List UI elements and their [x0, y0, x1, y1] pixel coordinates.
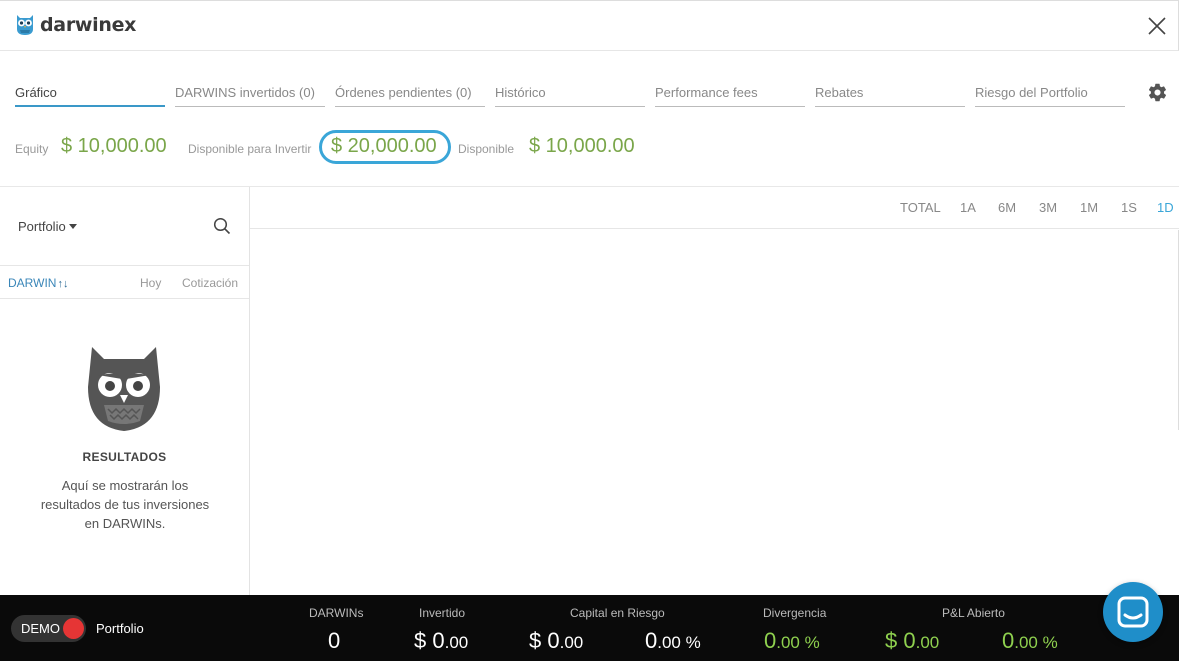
- invertido-decimals: .00: [444, 633, 469, 652]
- capital-riesgo-label: Capital en Riesgo: [570, 606, 665, 620]
- tab-rebates[interactable]: Rebates: [815, 82, 965, 107]
- pl-main: $ 0: [885, 628, 916, 653]
- divergencia-main: 0: [764, 628, 777, 653]
- range-1s[interactable]: 1S: [1121, 200, 1137, 215]
- close-icon[interactable]: [1146, 15, 1168, 37]
- tab-ordenes-pendientes[interactable]: Órdenes pendientes (0): [335, 82, 485, 107]
- column-headers: DARWIN↑↓ Hoy Cotización: [0, 265, 249, 299]
- available-value: $ 10,000.00: [529, 135, 635, 157]
- tab-darwins-invertidos[interactable]: DARWINS invertidos (0): [175, 82, 325, 107]
- range-1d[interactable]: 1D: [1157, 200, 1174, 215]
- available-label: Disponible: [458, 142, 515, 156]
- invertido-main: $ 0: [414, 628, 445, 653]
- header: darwinex: [0, 0, 1179, 51]
- range-1a[interactable]: 1A: [960, 200, 976, 215]
- portfolio-dropdown-label: Portfolio: [18, 219, 66, 234]
- capital-pct-decimals: .00 %: [657, 633, 701, 652]
- capital-decimals: .00: [559, 633, 584, 652]
- capital-riesgo-value: $ 0.00: [529, 628, 583, 654]
- pl-abierto-percent: 0.00 %: [1002, 628, 1058, 654]
- column-hoy[interactable]: Hoy: [140, 276, 161, 290]
- sort-icon: ↑↓: [57, 278, 69, 290]
- range-6m[interactable]: 6M: [998, 200, 1016, 215]
- chat-icon: [1117, 596, 1149, 628]
- darwins-value: 0: [328, 628, 341, 653]
- range-1m[interactable]: 1M: [1080, 200, 1098, 215]
- range-3m[interactable]: 3M: [1039, 200, 1057, 215]
- empty-state-description: Aquí se mostrarán los resultados de tus …: [40, 478, 210, 531]
- chat-button[interactable]: [1103, 582, 1163, 642]
- column-cotizacion[interactable]: Cotización: [182, 276, 238, 290]
- pl-abierto-label: P&L Abierto: [942, 606, 1005, 620]
- balance-summary: Equity $ 10,000.00 Disponible para Inver…: [15, 130, 655, 164]
- demo-label: DEMO: [21, 621, 60, 636]
- caret-down-icon: [68, 224, 77, 229]
- invertido-value: $ 0.00: [414, 628, 468, 654]
- equity-value: $ 10,000.00: [61, 135, 167, 157]
- divergencia-decimals: .00 %: [776, 633, 820, 652]
- owl-logo-icon: [17, 15, 33, 35]
- divergencia-value: 0.00 %: [764, 628, 820, 654]
- equity-label: Equity: [15, 142, 49, 156]
- chart-area: [250, 229, 1179, 595]
- column-darwin-label: DARWIN: [8, 276, 57, 290]
- demo-toggle-knob: [63, 618, 84, 639]
- capital-riesgo-percent: 0.00 %: [645, 628, 701, 654]
- invest-available-value: $ 20,000.00: [331, 135, 437, 157]
- tab-riesgo-portfolio[interactable]: Riesgo del Portfolio: [975, 82, 1125, 107]
- portfolio-dropdown[interactable]: Portfolio: [18, 219, 77, 234]
- column-darwin[interactable]: DARWIN↑↓: [8, 276, 68, 290]
- pl-decimals: .00: [915, 633, 940, 652]
- tab-performance-fees[interactable]: Performance fees: [655, 82, 805, 107]
- pl-pct-decimals: .00 %: [1014, 633, 1058, 652]
- range-selector: TOTAL 1A 6M 3M 1M 1S 1D: [250, 187, 1179, 229]
- divergencia-label: Divergencia: [763, 606, 827, 620]
- capital-main: $ 0: [529, 628, 560, 653]
- footer-bar: DEMO Portfolio DARWINs 0 Invertido $ 0.0…: [0, 595, 1179, 661]
- tab-historico[interactable]: Histórico: [495, 82, 645, 107]
- search-icon[interactable]: [213, 217, 231, 235]
- gear-icon[interactable]: [1147, 82, 1168, 103]
- footer-portfolio-label: Portfolio: [96, 621, 144, 636]
- invest-available-label: Disponible para Invertir: [188, 142, 312, 156]
- tab-grafico[interactable]: Gráfico: [15, 82, 165, 107]
- pl-pct-main: 0: [1002, 628, 1015, 653]
- logo[interactable]: darwinex: [14, 13, 136, 37]
- demo-toggle[interactable]: DEMO: [11, 615, 86, 642]
- invertido-label: Invertido: [419, 606, 466, 620]
- range-total[interactable]: TOTAL: [900, 200, 941, 215]
- empty-state-title: RESULTADOS: [82, 450, 167, 464]
- owl-empty-icon: [88, 347, 160, 431]
- capital-pct-main: 0: [645, 628, 658, 653]
- brand-name: darwinex: [40, 14, 137, 36]
- pl-abierto-value: $ 0.00: [885, 628, 939, 654]
- darwins-label: DARWINs: [309, 606, 364, 620]
- portfolio-panel: Portfolio DARWIN↑↓ Hoy Cotización RESULT…: [0, 187, 250, 595]
